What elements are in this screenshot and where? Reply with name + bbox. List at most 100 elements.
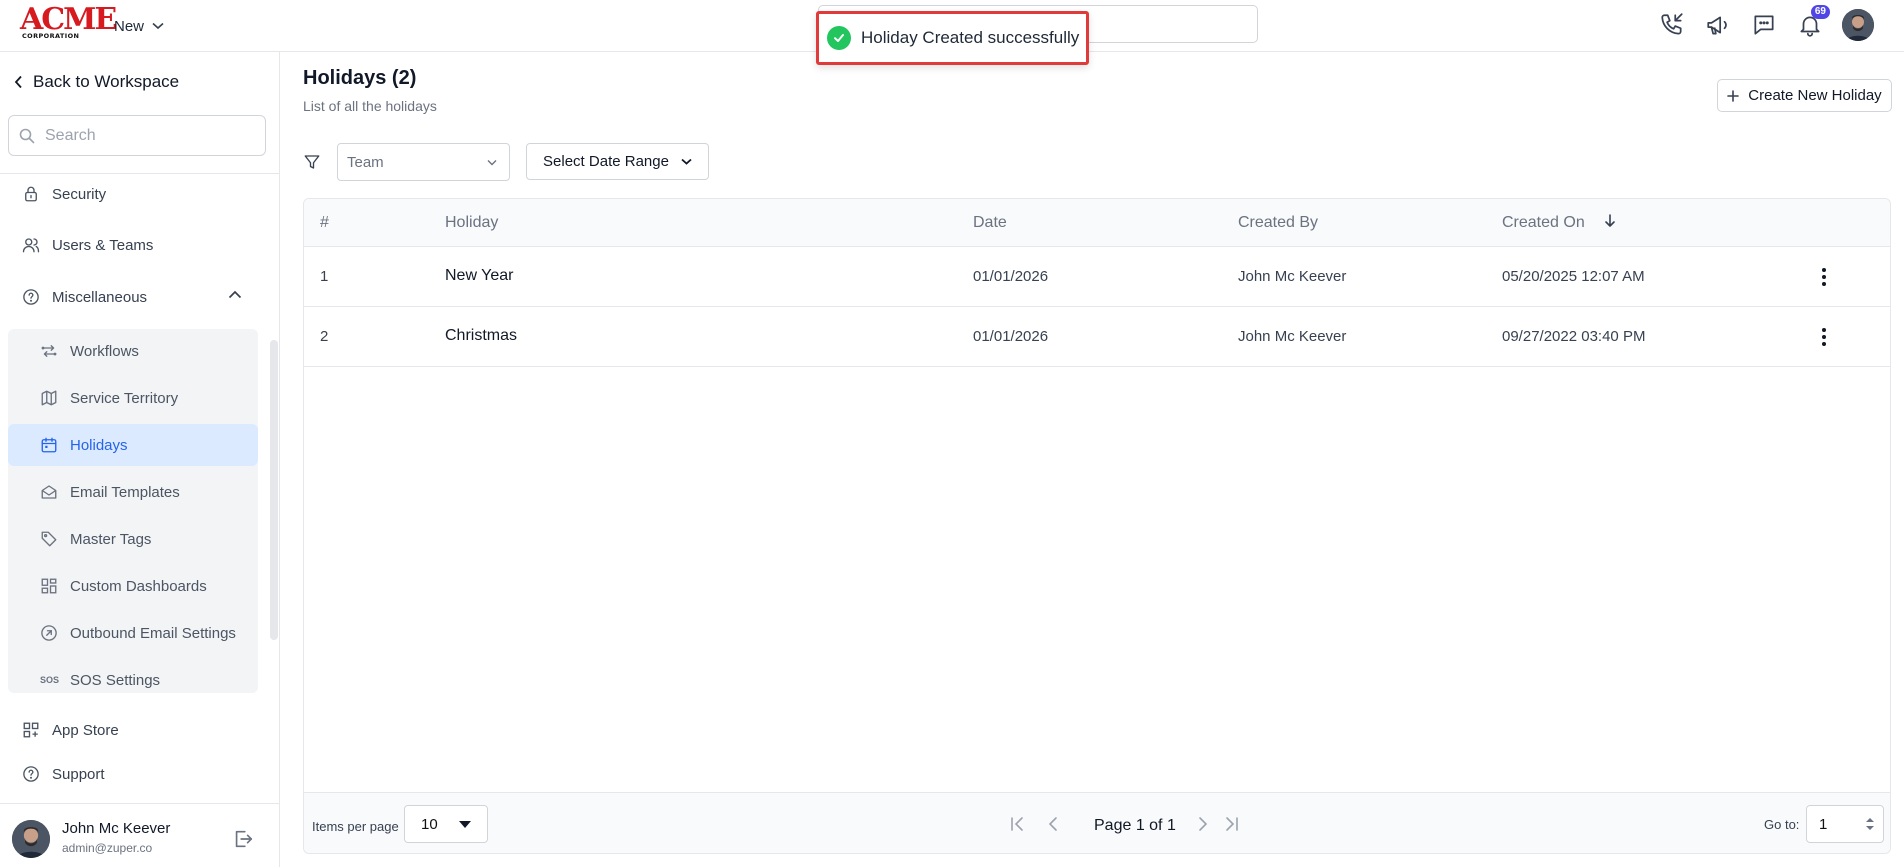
grid-icon	[22, 721, 40, 739]
cell-date: 01/01/2026	[973, 268, 1049, 285]
column-header-created-on[interactable]: Created On	[1502, 214, 1585, 232]
cell-created-by: John Mc Keever	[1238, 328, 1347, 345]
chevron-down-icon	[487, 159, 497, 166]
column-header-holiday[interactable]: Holiday	[445, 214, 498, 232]
page-indicator: Page 1 of 1	[1094, 817, 1176, 834]
sidebar-item-outbound-email-settings[interactable]: Outbound Email Settings	[8, 612, 258, 654]
create-new-holiday-button[interactable]: Create New Holiday	[1717, 79, 1892, 112]
page-subtitle: List of all the holidays	[303, 98, 437, 114]
previous-page-icon[interactable]	[1044, 815, 1062, 833]
sidebar-item-workflows[interactable]: Workflows	[8, 330, 258, 372]
sidebar-item-label: Service Territory	[70, 389, 179, 407]
chevron-down-icon	[152, 22, 164, 30]
back-to-workspace-link[interactable]: Back to Workspace	[14, 72, 179, 92]
top-actions: 69	[1658, 5, 1874, 41]
cell-created-by: John Mc Keever	[1238, 268, 1347, 285]
sidebar-item-label: Outbound Email Settings	[70, 624, 236, 642]
more-vertical-icon[interactable]	[1816, 325, 1832, 349]
goto-page-input[interactable]: 1	[1806, 805, 1884, 843]
lock-icon	[22, 185, 40, 203]
stepper-icon[interactable]	[1865, 816, 1875, 832]
plus-icon	[1727, 89, 1740, 102]
team-filter-select[interactable]: Team	[337, 143, 510, 181]
sidebar-item-sos-settings[interactable]: SOS SOS Settings	[8, 659, 258, 693]
date-range-button[interactable]: Select Date Range	[526, 143, 709, 180]
sidebar-item-holidays[interactable]: Holidays	[8, 424, 258, 466]
pagination-bar: Items per page 10 Page 1 of 1 Go to: 1	[304, 792, 1890, 853]
notification-badge: 69	[1810, 5, 1830, 19]
last-page-icon[interactable]	[1222, 815, 1240, 833]
megaphone-icon[interactable]	[1704, 9, 1732, 41]
tag-icon	[40, 530, 58, 548]
cell-date: 01/01/2026	[973, 328, 1049, 345]
table-row[interactable]: 2 Christmas 01/01/2026 John Mc Keever 09…	[304, 307, 1890, 367]
items-per-page-label: Items per page	[312, 819, 399, 834]
sidebar-item-app-store[interactable]: App Store	[22, 721, 119, 739]
help-circle-icon	[22, 288, 40, 306]
sidebar-item-email-templates[interactable]: Email Templates	[8, 471, 258, 513]
caret-down-icon	[459, 820, 471, 828]
user-profile-box: John Mc Keever admin@zuper.co	[0, 803, 280, 867]
sidebar-search	[8, 115, 266, 156]
sidebar-search-input[interactable]	[45, 126, 245, 145]
user-name: John Mc Keever	[62, 820, 171, 837]
chevron-left-icon	[14, 75, 23, 89]
new-menu-label: New	[114, 17, 145, 35]
table-row[interactable]: 1 New Year 01/01/2026 John Mc Keever 05/…	[304, 247, 1890, 307]
company-logo[interactable]: ACME CORPORATION	[20, 2, 117, 41]
success-toast: Holiday Created successfully	[816, 11, 1089, 65]
logout-icon[interactable]	[232, 828, 254, 850]
sidebar-item-label: Master Tags	[70, 530, 152, 548]
cell-index: 1	[320, 268, 329, 285]
next-page-icon[interactable]	[1194, 815, 1212, 833]
column-header-created-by[interactable]: Created By	[1238, 214, 1318, 232]
create-button-label: Create New Holiday	[1748, 87, 1882, 104]
cell-holiday: New Year	[445, 267, 514, 284]
user-avatar[interactable]	[1842, 9, 1874, 41]
settings-sidebar: Back to Workspace Security Users & Teams…	[0, 52, 280, 867]
help-circle-icon	[22, 765, 40, 783]
miscellaneous-submenu: Workflows Service Territory Holidays Ema…	[8, 329, 258, 693]
sidebar-item-label: Custom Dashboards	[70, 577, 207, 595]
sidebar-item-miscellaneous[interactable]: Miscellaneous	[22, 288, 147, 306]
sidebar-divider	[0, 173, 280, 174]
back-link-label: Back to Workspace	[33, 72, 180, 91]
items-per-page-select[interactable]: 10	[404, 805, 488, 843]
sidebar-item-users-teams[interactable]: Users & Teams	[22, 236, 153, 254]
sidebar-item-custom-dashboards[interactable]: Custom Dashboards	[8, 565, 258, 607]
bell-icon[interactable]: 69	[1796, 5, 1830, 41]
workflow-icon	[40, 342, 58, 360]
sidebar-scrollbar[interactable]	[270, 340, 278, 640]
sort-arrow-down-icon[interactable]	[1604, 213, 1616, 229]
sidebar-item-label: App Store	[52, 721, 119, 739]
chat-icon[interactable]	[1750, 9, 1778, 41]
user-email: admin@zuper.co	[62, 841, 153, 855]
new-menu-button[interactable]: New	[114, 15, 164, 37]
search-icon	[19, 128, 35, 144]
check-circle-icon	[827, 26, 851, 50]
users-icon	[22, 236, 40, 254]
column-header-date[interactable]: Date	[973, 214, 1007, 232]
sidebar-item-service-territory[interactable]: Service Territory	[8, 377, 258, 419]
avatar[interactable]	[12, 820, 50, 858]
first-page-icon[interactable]	[1009, 815, 1027, 833]
holidays-table: # Holiday Date Created By Created On 1 N…	[303, 198, 1891, 854]
chevron-up-icon[interactable]	[228, 290, 242, 299]
sidebar-item-master-tags[interactable]: Master Tags	[8, 518, 258, 560]
logo-text: ACME	[20, 2, 117, 37]
phone-icon[interactable]	[1658, 9, 1686, 41]
sidebar-item-label: Users & Teams	[52, 236, 154, 254]
compass-icon	[40, 624, 58, 642]
sidebar-item-label: Email Templates	[70, 483, 180, 501]
sidebar-item-label: SOS Settings	[70, 671, 161, 689]
sidebar-item-support[interactable]: Support	[22, 765, 105, 783]
cell-created-on: 05/20/2025 12:07 AM	[1502, 268, 1645, 285]
filter-icon[interactable]	[303, 153, 321, 171]
items-per-page-value: 10	[421, 815, 438, 833]
cell-index: 2	[320, 328, 329, 345]
envelope-icon	[40, 483, 58, 501]
table-header: # Holiday Date Created By Created On	[304, 199, 1890, 247]
more-vertical-icon[interactable]	[1816, 265, 1832, 289]
sidebar-item-security[interactable]: Security	[22, 185, 106, 203]
sidebar-item-label: Miscellaneous	[52, 288, 148, 306]
